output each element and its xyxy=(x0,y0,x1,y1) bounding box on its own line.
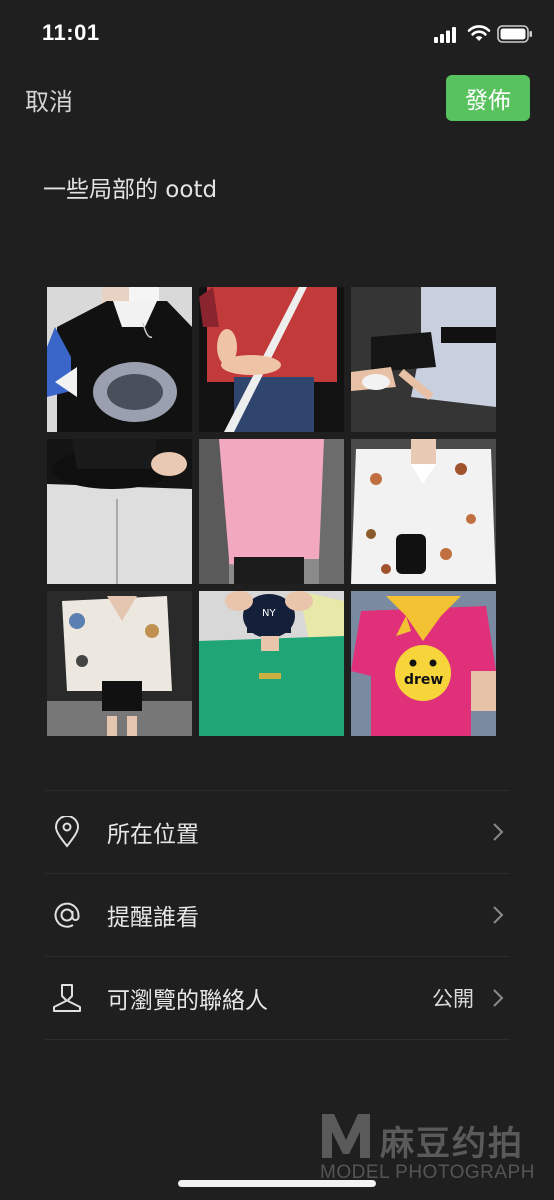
photo-thumbnail-4[interactable] xyxy=(47,439,192,584)
person-icon xyxy=(47,978,87,1018)
watermark: 麻豆约拍 MODEL PHOTOGRAPH xyxy=(318,1110,548,1190)
home-indicator xyxy=(178,1180,376,1187)
signal-icon xyxy=(434,27,456,43)
photo-thumbnail-1[interactable] xyxy=(47,287,192,432)
location-pin-icon xyxy=(47,812,87,852)
option-row-location[interactable]: 所在位置 xyxy=(45,791,510,873)
post-options-list: 所在位置 提醒誰看 可瀏覽的聯絡人 公開 xyxy=(45,790,510,1040)
drew-logo-text: drew xyxy=(404,672,443,688)
option-row-visibility[interactable]: 可瀏覽的聯絡人 公開 xyxy=(45,957,510,1039)
visibility-value: 公開 xyxy=(432,987,474,1011)
option-label-location: 所在位置 xyxy=(107,822,199,848)
photo-thumbnail-8[interactable]: NY xyxy=(199,591,344,736)
post-text-input[interactable]: 一些局部的 ootd xyxy=(43,170,217,204)
chevron-right-icon xyxy=(493,989,504,1007)
chevron-right-icon xyxy=(493,906,504,924)
chevron-right-icon xyxy=(493,823,504,841)
status-bar: 11:01 xyxy=(0,0,554,70)
option-label-visibility: 可瀏覽的聯絡人 xyxy=(107,988,268,1014)
photo-thumbnail-9[interactable]: drew xyxy=(351,591,496,736)
wifi-icon xyxy=(467,25,491,41)
battery-icon xyxy=(497,25,532,43)
publish-button[interactable]: 發佈 xyxy=(446,75,530,121)
divider xyxy=(45,1039,510,1040)
photo-thumbnail-3[interactable] xyxy=(351,287,496,432)
photo-thumbnail-6[interactable] xyxy=(351,439,496,584)
cancel-button[interactable]: 取消 xyxy=(25,82,73,117)
photo-thumbnail-2[interactable] xyxy=(199,287,344,432)
ny-logo-text: NY xyxy=(262,608,276,619)
watermark-chinese-text: 麻豆约拍 xyxy=(380,1124,524,1164)
status-time: 11:01 xyxy=(42,20,100,45)
at-sign-icon xyxy=(47,895,87,935)
photo-grid: NY drew xyxy=(47,287,497,736)
photo-thumbnail-5[interactable] xyxy=(199,439,344,584)
option-label-mention: 提醒誰看 xyxy=(107,905,199,931)
option-row-mention[interactable]: 提醒誰看 xyxy=(45,874,510,956)
photo-thumbnail-7[interactable] xyxy=(47,591,192,736)
watermark-logo-icon xyxy=(322,1114,370,1158)
